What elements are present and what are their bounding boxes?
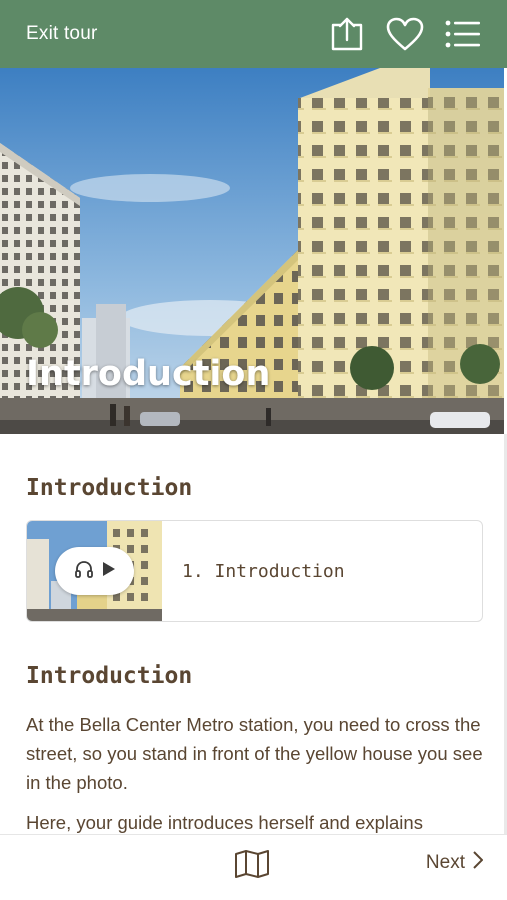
description-paragraph: Here, your guide introduces herself and … — [26, 812, 423, 833]
play-icon — [102, 561, 116, 581]
tour-content[interactable]: Introduction 1. Introduction Introductio… — [0, 434, 504, 834]
section-title: Introduction — [26, 475, 193, 501]
map-button[interactable] — [232, 849, 272, 883]
map-icon — [234, 850, 270, 882]
play-audio-button[interactable] — [55, 547, 134, 595]
bottom-bar: Next — [0, 834, 507, 900]
next-label: Next — [425, 852, 465, 873]
description-paragraph: At the Bella Center Metro station, you n… — [26, 714, 483, 793]
chevron-right-icon — [473, 851, 484, 875]
next-button[interactable]: Next — [425, 851, 484, 875]
exit-tour-button[interactable]: Exit tour — [26, 23, 98, 45]
header-actions — [327, 14, 483, 54]
share-icon[interactable] — [327, 14, 367, 54]
top-bar: Exit tour — [0, 0, 507, 68]
section-title: Introduction — [26, 663, 193, 689]
heart-icon[interactable] — [385, 14, 425, 54]
audio-track-card[interactable]: 1. Introduction — [26, 520, 483, 622]
track-thumbnail — [27, 521, 162, 621]
hero-title: Introduction — [26, 354, 271, 394]
audio-track-label: 1. Introduction — [182, 560, 345, 582]
headphones-icon — [74, 560, 94, 582]
menu-icon[interactable] — [443, 14, 483, 54]
hero-image: Introduction — [0, 68, 504, 434]
